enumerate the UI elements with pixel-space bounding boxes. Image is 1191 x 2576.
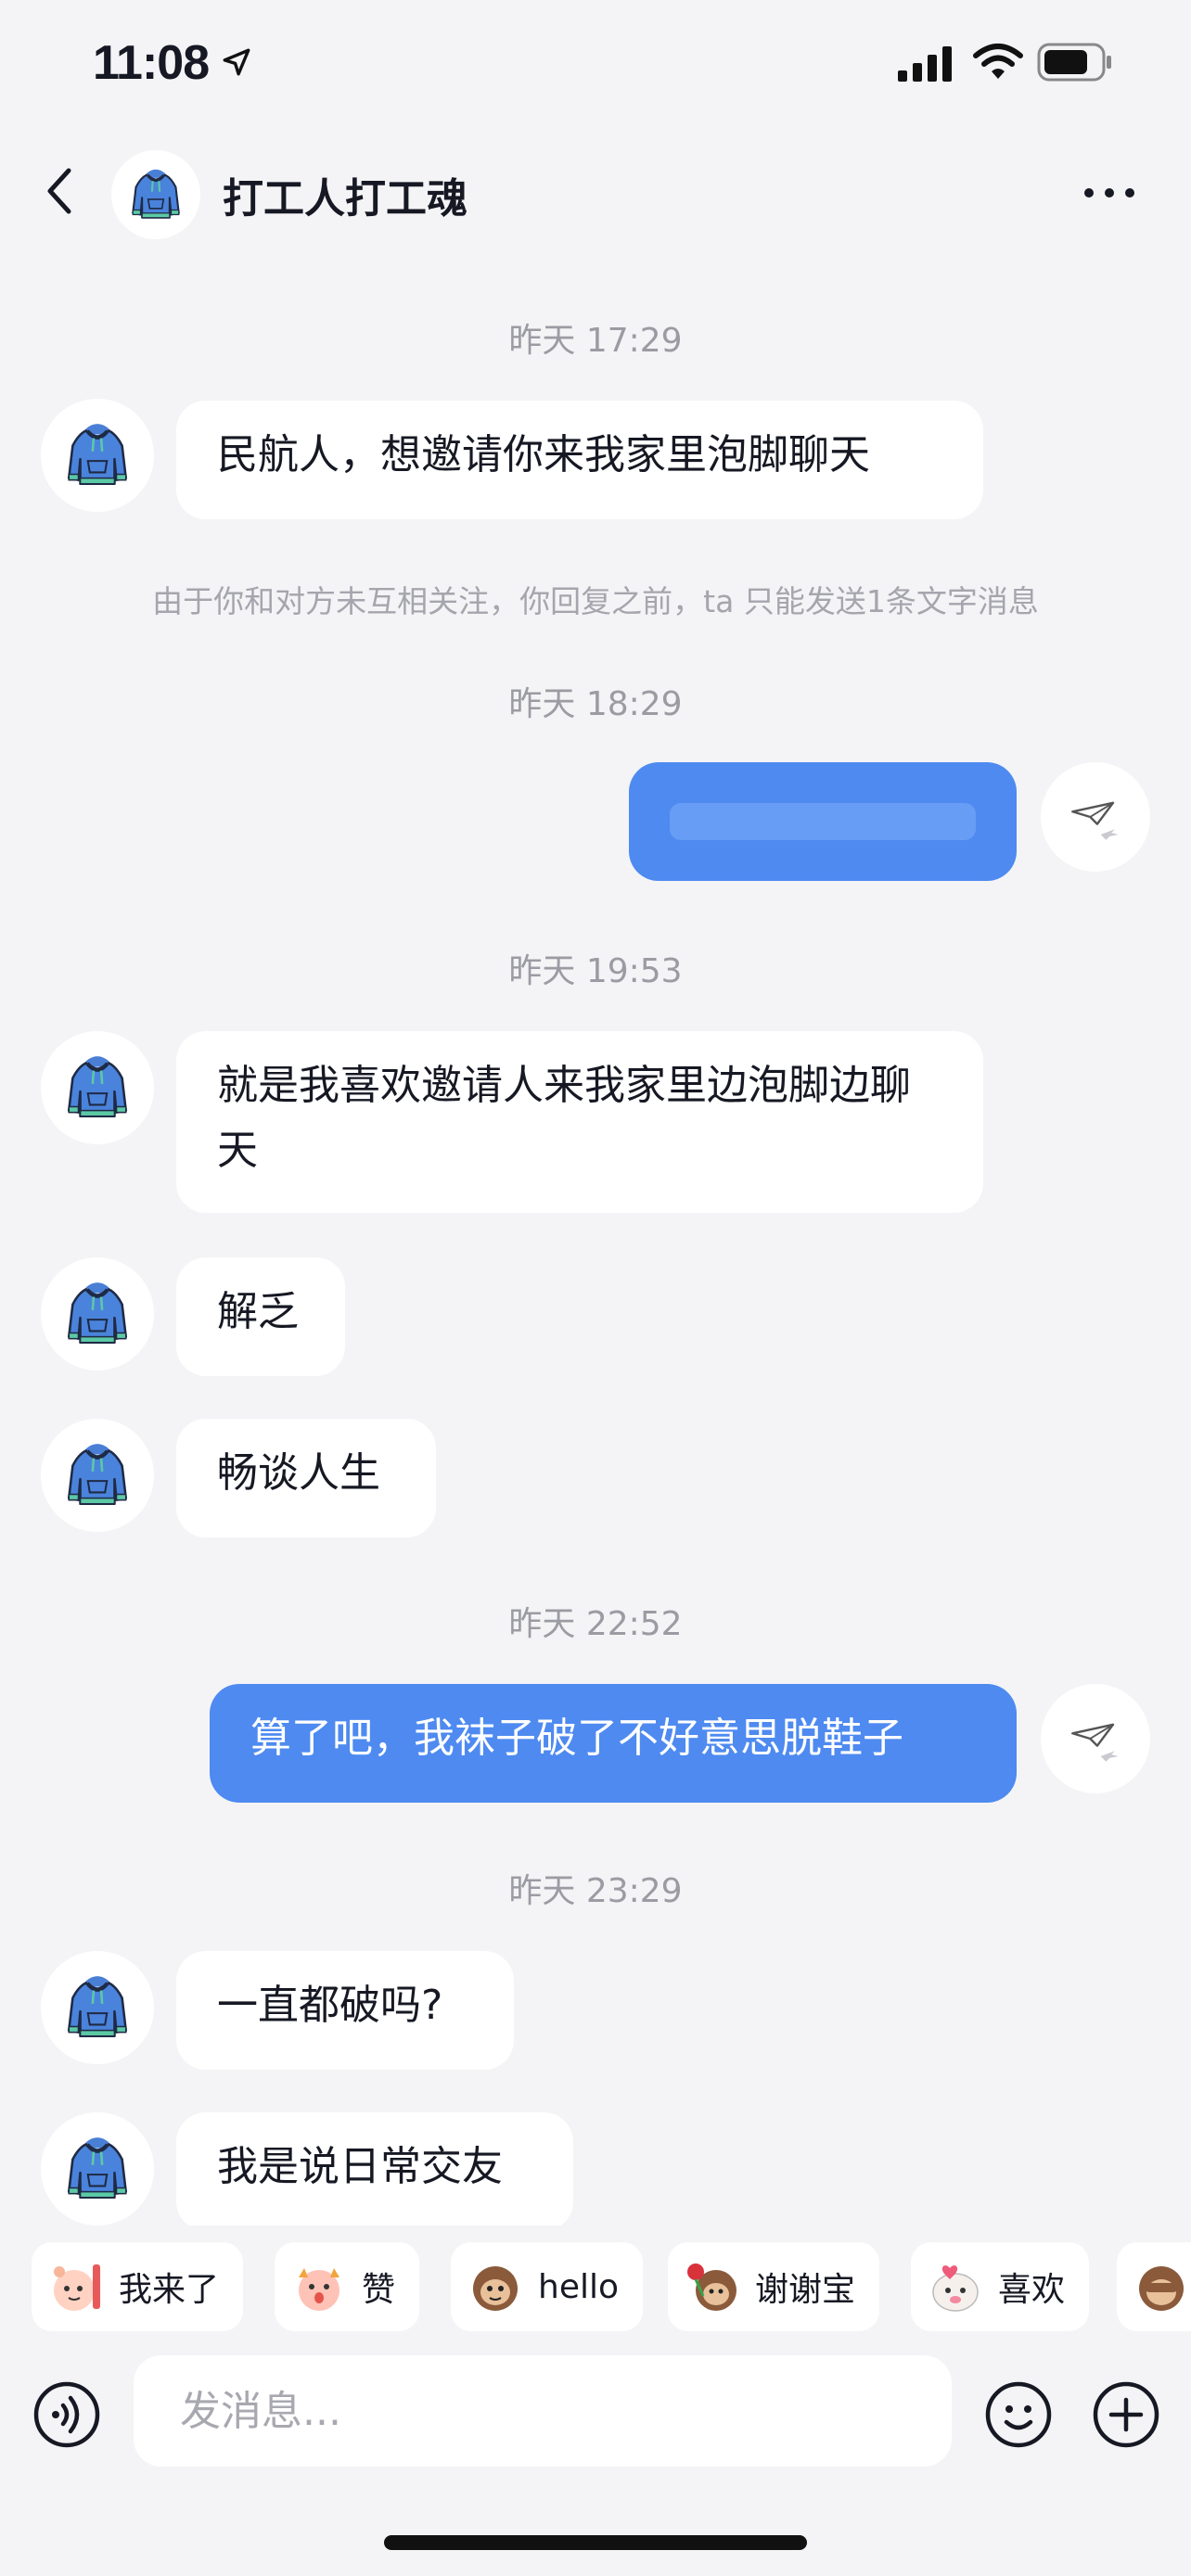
hoodie-avatar-icon [59, 1276, 135, 1352]
sender-avatar[interactable] [41, 1031, 154, 1144]
message-bubble-outgoing[interactable]: 算了吧，我袜子破了不好意思脱鞋子 [210, 1684, 1017, 1803]
message-bubble-incoming[interactable]: 民航人，想邀请你来我家里泡脚聊天 [176, 401, 983, 519]
sender-avatar[interactable] [41, 399, 154, 512]
home-indicator [384, 2535, 807, 2550]
status-time: 11:08 [93, 36, 210, 90]
paper-plane-icon [1060, 782, 1131, 852]
quick-reply-chip[interactable]: 我来了 [32, 2242, 244, 2331]
thumbs-up-sticker-icon [299, 2268, 339, 2311]
hoodie-avatar-icon [59, 417, 135, 493]
timestamp: 昨天 18:29 [508, 685, 683, 723]
hoodie-avatar-icon [125, 164, 186, 225]
follow-notice: 由于你和对方未互相关注，你回复之前，ta 只能发送1条文字消息 [152, 583, 1039, 619]
hoodie-avatar-icon [59, 1050, 135, 1126]
message-input[interactable] [134, 2355, 952, 2467]
location-arrow-icon [223, 48, 250, 76]
message-bubble-incoming[interactable]: 解乏 [176, 1257, 345, 1376]
quick-reply-label: 赞 [362, 2271, 396, 2309]
cellular-signal-icon [898, 46, 952, 82]
timestamp: 昨天 17:29 [508, 322, 683, 360]
waving-sticker-icon [54, 2264, 100, 2311]
quick-reply-label: 我来了 [119, 2271, 220, 2309]
battery-icon [1037, 43, 1111, 82]
sent-status [1041, 762, 1150, 872]
plus-icon[interactable] [1091, 2379, 1161, 2450]
sender-avatar[interactable] [41, 1257, 154, 1371]
hoodie-avatar-icon [59, 1970, 135, 2046]
rose-monkey-sticker-icon [687, 2264, 736, 2311]
back-arrow-icon[interactable] [35, 159, 87, 223]
quick-reply-chip[interactable]: 赞 [275, 2242, 420, 2331]
message-bubble-incoming[interactable]: 就是我喜欢邀请人来我家里边泡脚边聊天 [176, 1031, 983, 1213]
timestamp: 昨天 19:53 [508, 952, 683, 990]
timestamp: 昨天 23:29 [508, 1872, 683, 1910]
message-bubble-outgoing-redacted[interactable] [629, 762, 1017, 881]
message-bubble-incoming[interactable]: 畅谈人生 [176, 1419, 436, 1537]
quick-reply-label: hello [538, 2267, 619, 2306]
contact-avatar[interactable] [111, 150, 200, 239]
timestamp: 昨天 22:52 [508, 1605, 683, 1643]
monkey-sticker-icon [473, 2266, 518, 2311]
status-bar: 11:08 [0, 0, 1191, 130]
hoodie-avatar-icon [59, 2131, 135, 2207]
monkey-sticker-icon [1139, 2266, 1184, 2311]
paper-plane-icon [1060, 1703, 1131, 1774]
quick-reply-bar: 我来了 赞 hello 谢谢宝 喜欢 [0, 2225, 1191, 2337]
sender-avatar[interactable] [41, 2112, 154, 2225]
quick-reply-chip-partial[interactable] [1117, 2242, 1191, 2331]
quick-reply-chip[interactable]: 谢谢宝 [668, 2242, 880, 2331]
more-icon[interactable] [1082, 180, 1137, 206]
wifi-icon [973, 44, 1023, 79]
redacted-content [670, 803, 976, 840]
voice-icon[interactable] [32, 2379, 102, 2450]
message-bubble-incoming[interactable]: 我是说日常交友 [176, 2112, 573, 2231]
emoji-icon[interactable] [983, 2379, 1054, 2450]
sender-avatar[interactable] [41, 1951, 154, 2064]
contact-name[interactable]: 打工人打工魂 [223, 165, 467, 224]
sent-status [1041, 1684, 1150, 1793]
quick-reply-label: 喜欢 [998, 2271, 1066, 2309]
hoodie-avatar-icon [59, 1437, 135, 1513]
quick-reply-chip[interactable]: hello [451, 2242, 643, 2331]
sender-avatar[interactable] [41, 1419, 154, 1532]
quick-reply-chip[interactable]: 喜欢 [911, 2242, 1090, 2331]
message-bubble-incoming[interactable]: 一直都破吗? [176, 1951, 514, 2070]
quick-reply-label: 谢谢宝 [755, 2271, 856, 2309]
heart-sticker-icon [932, 2265, 979, 2312]
